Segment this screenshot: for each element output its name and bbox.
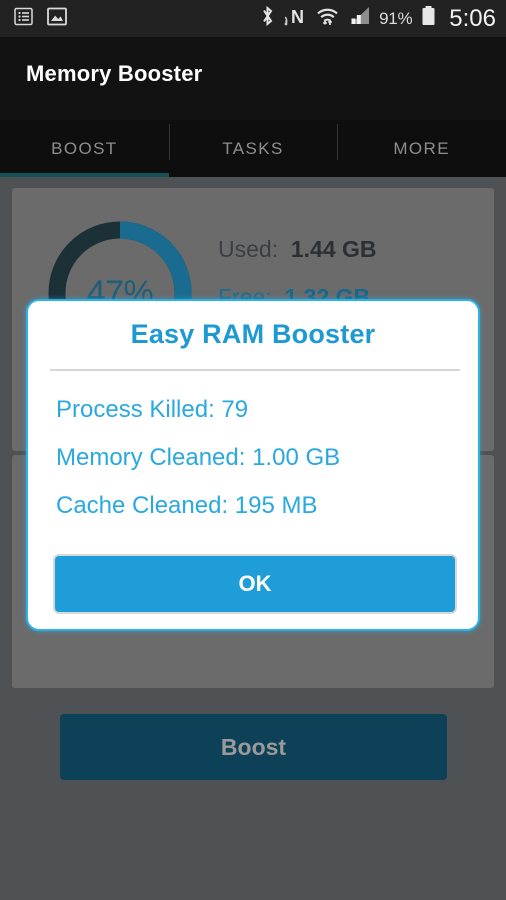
dialog-line-process-killed: Process Killed: 79 [56,396,249,423]
nfc-icon: N [284,5,307,32]
battery-icon [421,5,436,32]
tab-tasks[interactable]: TASKS [168,120,338,177]
tab-bar: BOOST TASKS MORE [0,120,506,177]
battery-percent-label: 91% [379,8,413,28]
signal-icon [348,6,370,31]
svg-text:N: N [291,7,304,27]
tab-more[interactable]: MORE [337,120,506,177]
memory-used-value: 1.44 GB [290,236,377,262]
dialog-line-cache-cleaned: Cache Cleaned: 195 MB [56,492,318,519]
tab-more-label: MORE [393,138,450,158]
image-icon [47,7,67,31]
memory-used-row: Used: 1.44 GB [218,236,377,263]
boost-button-label: Boost [220,733,287,760]
dialog-title: Easy RAM Booster [130,319,376,349]
status-bar-notifications [14,7,67,31]
status-bar-clock: 5:06 [449,4,496,32]
page-title: Memory Booster [26,61,203,86]
dialog-ok-label: OK [238,571,272,596]
tab-boost-label: BOOST [51,138,118,158]
action-bar: Memory Booster [0,37,506,120]
status-bar-system-icons: N 91% 5:06 [260,5,496,33]
status-bar: N 91% 5:06 [0,0,506,37]
dialog-line-memory-cleaned: Memory Cleaned: 1.00 GB [56,444,341,471]
app-screen: N 91% 5:06 Memory Booster BOOST TASKS MO… [0,0,506,900]
list-view-icon [14,7,33,31]
wifi-icon [316,6,339,32]
dialog-divider [50,369,460,371]
tab-tasks-label: TASKS [222,138,284,158]
tab-boost[interactable]: BOOST [0,120,169,177]
dialog-ok-button[interactable]: OK [53,554,457,614]
memory-used-label: Used: [218,236,285,262]
boost-button[interactable]: Boost [60,714,447,780]
easy-ram-booster-dialog: Easy RAM Booster Process Killed: 79 Memo… [26,299,480,631]
bluetooth-icon [260,5,275,32]
